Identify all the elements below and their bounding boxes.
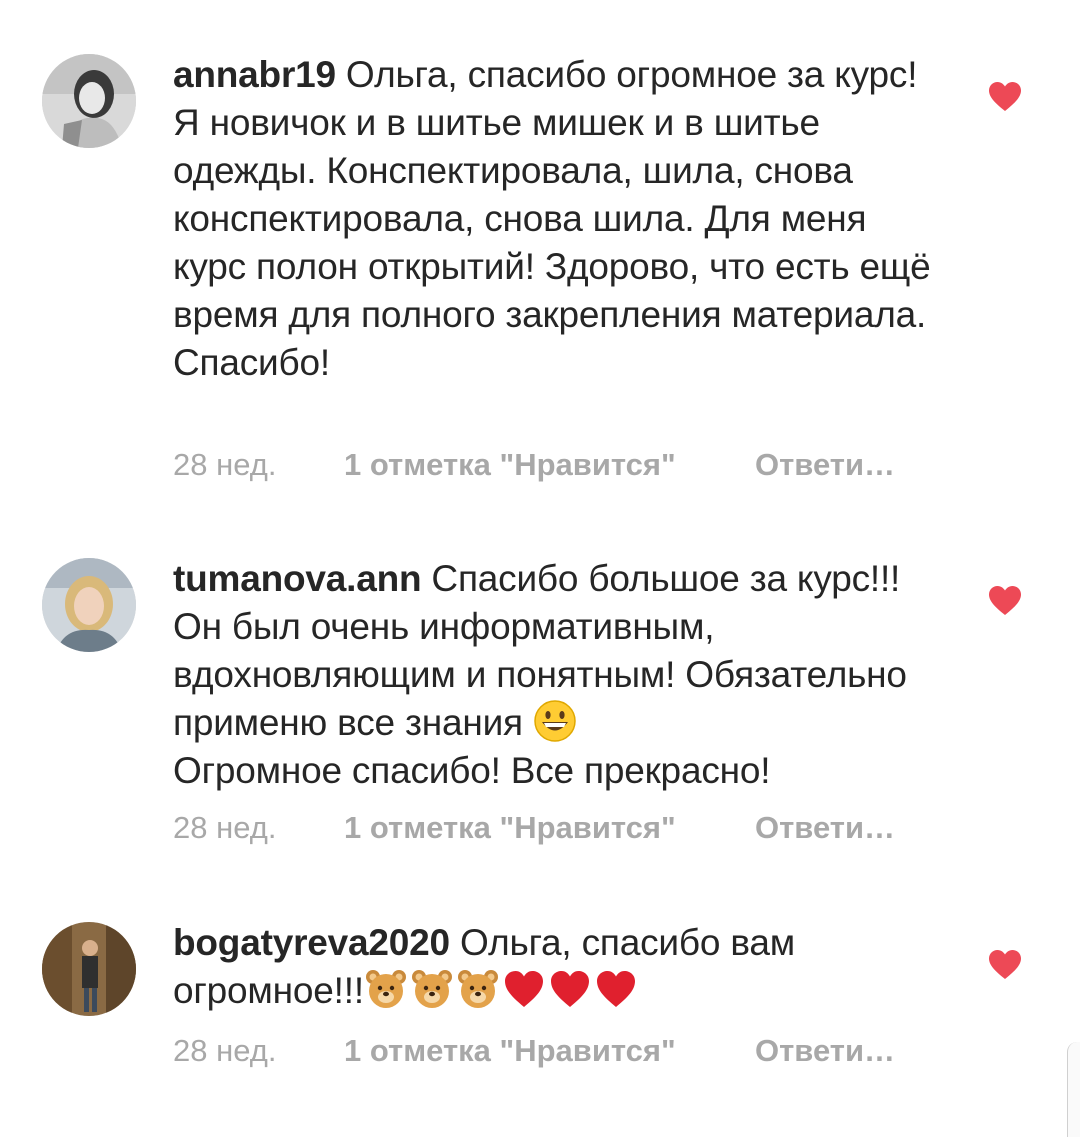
red-heart-icon (594, 967, 638, 1011)
reply-button[interactable]: Ответи… (755, 1031, 895, 1071)
avatar[interactable] (42, 922, 136, 1016)
comment-username[interactable]: annabr19 (173, 54, 336, 95)
comment-likes-link[interactable]: 1 отметка "Нравится" (344, 1031, 676, 1071)
bear-face-icon (410, 967, 454, 1011)
comment-text-tail: Огромное спасибо! Все прекрасно! (173, 750, 771, 791)
reply-button[interactable]: Ответи… (755, 445, 895, 485)
comment-likes-link[interactable]: 1 отметка "Нравится" (344, 808, 676, 848)
comment-body: bogatyreva2020 Ольга, спасибо вам огромно… (173, 919, 933, 1015)
bear-face-icon (456, 967, 500, 1011)
grinning-face-icon (533, 699, 577, 743)
like-heart-icon[interactable] (988, 81, 1022, 113)
comment-likes-link[interactable]: 1 отметка "Нравится" (344, 445, 676, 485)
scroll-edge (1067, 1042, 1080, 1137)
comment-text: Ольга, спасибо огромное за курс! Я нович… (173, 54, 931, 383)
red-heart-icon (548, 967, 592, 1011)
comment-timestamp: 28 нед. (173, 447, 277, 482)
comment-timestamp: 28 нед. (173, 810, 277, 845)
comment-username[interactable]: bogatyreva2020 (173, 922, 450, 963)
avatar[interactable] (42, 54, 136, 148)
like-heart-icon[interactable] (988, 949, 1022, 981)
bear-face-icon (364, 967, 408, 1011)
like-heart-icon[interactable] (988, 585, 1022, 617)
comment-timestamp: 28 нед. (173, 1033, 277, 1068)
comment-body: annabr19 Ольга, спасибо огромное за курс!… (173, 51, 933, 387)
comment-body: tumanova.ann Спасибо большое за курс!!! О… (173, 555, 933, 795)
comment-username[interactable]: tumanova.ann (173, 558, 422, 599)
red-heart-icon (502, 967, 546, 1011)
avatar[interactable] (42, 558, 136, 652)
reply-button[interactable]: Ответи… (755, 808, 895, 848)
